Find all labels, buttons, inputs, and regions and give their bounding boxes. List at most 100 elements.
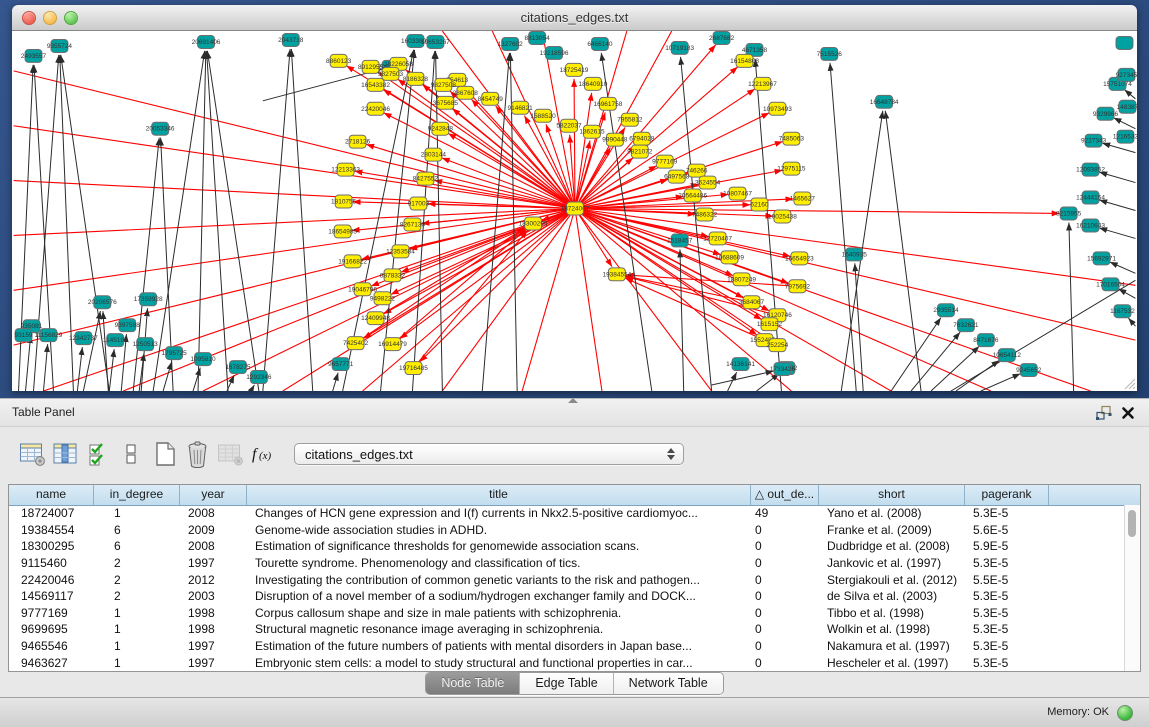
graph-node[interactable]: 16210643	[1076, 219, 1105, 232]
graph-node[interactable]: 93159	[15, 329, 33, 342]
graph-node[interactable]: 20206576	[88, 296, 117, 309]
delete-table-icon[interactable]	[215, 438, 246, 470]
graph-node[interactable]: 2043718	[278, 33, 304, 46]
graph-node[interactable]: 2718126	[345, 135, 371, 148]
graph-node[interactable]: 7632621	[953, 319, 979, 332]
select-all-icon[interactable]	[83, 438, 114, 470]
column-header-name[interactable]: name	[9, 485, 94, 505]
graph-node[interactable]: 15654923	[785, 252, 814, 265]
graph-node[interactable]: 10654112	[993, 349, 1022, 362]
graph-node[interactable]: 1292346	[246, 371, 272, 384]
graph-node[interactable]: 927345	[1116, 68, 1137, 81]
graph-node[interactable]: 18640910	[579, 77, 608, 90]
graph-node[interactable]: 18725419	[560, 63, 589, 76]
function-builder-icon[interactable]: f(x)	[248, 438, 279, 470]
table-mode-icon[interactable]	[17, 438, 48, 470]
graph-node[interactable]: 9242848	[428, 122, 454, 135]
column-header-title[interactable]: title	[247, 485, 751, 505]
resize-grip-icon[interactable]	[1123, 377, 1135, 389]
graph-node[interactable]: 8454749	[478, 92, 504, 105]
graph-node[interactable]: 2867608	[453, 86, 479, 99]
graph-node[interactable]: 10719183	[665, 41, 694, 54]
graph-node[interactable]: 1216533	[1113, 130, 1137, 143]
tab-network-table[interactable]: Network Table	[614, 673, 723, 694]
network-view[interactable]: 2493557935572420691406204371816033809106…	[12, 31, 1137, 391]
graph-node[interactable]: 8860123	[326, 54, 352, 67]
graph-node[interactable]: 7515526	[817, 47, 843, 60]
column-header-in_degree[interactable]: in_degree	[94, 485, 180, 505]
table-row[interactable]: 946362711997Embryonic stem cells: a mode…	[9, 654, 1125, 671]
graph-node[interactable]: 20053346	[146, 122, 175, 135]
graph-node[interactable]: 9245652	[1016, 364, 1042, 377]
graph-node[interactable]: 12975115	[777, 162, 806, 175]
float-panel-icon[interactable]	[1095, 405, 1113, 421]
graph-node[interactable]: 10688609	[715, 251, 744, 264]
graph-node[interactable]: 8813054	[525, 31, 551, 44]
graph-node[interactable]: 19166822	[338, 255, 367, 268]
graph-node[interactable]: 9821072	[627, 145, 653, 158]
table-row[interactable]: 1456911722003Disruption of a novel membe…	[9, 588, 1125, 605]
network-canvas-svg[interactable]: 2493557935572420691406204371816033809106…	[12, 31, 1137, 391]
network-window-titlebar[interactable]: citations_edges.txt	[12, 5, 1137, 31]
graph-node[interactable]: 12444154	[1076, 191, 1105, 204]
graph-node[interactable]: 16914479	[378, 338, 407, 351]
graph-node[interactable]: 19716485	[399, 362, 428, 375]
graph-node[interactable]: 1465627	[790, 192, 816, 205]
show-columns-icon[interactable]	[50, 438, 81, 470]
graph-node[interactable]: 9990448	[602, 133, 628, 146]
graph-node[interactable]: 6466140	[587, 37, 613, 50]
graph-node[interactable]: 2935514	[933, 304, 959, 317]
graph-node[interactable]: 7955812	[617, 113, 643, 126]
graph-node[interactable]: 9355724	[47, 39, 73, 52]
graph-node[interactable]: 12093852	[1076, 163, 1105, 176]
minimize-button[interactable]	[43, 11, 57, 25]
graph-node[interactable]: 2493557	[21, 49, 47, 62]
graph-node[interactable]: 9227343	[1081, 134, 1107, 147]
graph-node[interactable]: 1145194	[103, 334, 128, 347]
split-pane-handle[interactable]	[568, 398, 578, 403]
graph-node[interactable]: 8878332	[380, 269, 406, 282]
graph-node[interactable]: 7485063	[779, 132, 805, 145]
delete-columns-icon[interactable]	[182, 438, 213, 470]
vertical-scrollbar[interactable]	[1124, 505, 1140, 671]
graph-node[interactable]: 148387	[1117, 100, 1137, 113]
graph-node[interactable]: 7425402	[343, 337, 369, 350]
graph-node[interactable]: 8267130	[400, 218, 426, 231]
graph-node[interactable]: 8471676	[973, 334, 999, 347]
tab-node-table[interactable]: Node Table	[426, 673, 520, 694]
graph-node[interactable]: 22420046	[361, 102, 390, 115]
graph-node[interactable]: 8186328	[403, 72, 429, 85]
graph-node[interactable]: 1640935	[842, 248, 868, 261]
graph-node[interactable]: 1678275	[225, 361, 251, 374]
graph-node[interactable]: 9397588	[115, 319, 141, 332]
graph-node[interactable]: 1327602	[498, 37, 524, 50]
zoom-button[interactable]	[64, 11, 78, 25]
table-row[interactable]: 977716911998Corpus callosum shape and si…	[9, 605, 1125, 622]
graph-node[interactable]: 2687682	[709, 31, 735, 44]
column-header-year[interactable]: year	[180, 485, 247, 505]
graph-node[interactable]: 9657771	[328, 358, 354, 371]
column-header-short[interactable]: short	[819, 485, 965, 505]
graph-node[interactable]: 19218596	[540, 46, 569, 59]
graph-node[interactable]: 20564486	[678, 189, 707, 202]
close-button[interactable]	[22, 11, 36, 25]
graph-node[interactable]: 9777169	[652, 155, 678, 168]
table-row[interactable]: 2242004622012Investigating the contribut…	[9, 571, 1125, 588]
table-row[interactable]: 911546021997Tourette syndrome. Phenomeno…	[9, 555, 1125, 572]
graph-node[interactable]: 2803144	[421, 148, 447, 161]
column-header-pagerank[interactable]: pagerank	[965, 485, 1049, 505]
graph-node[interactable]: 10025438	[768, 210, 797, 223]
graph-node[interactable]: 17359928	[134, 293, 163, 306]
graph-node[interactable]: 16961758	[594, 97, 623, 110]
graph-node[interactable]: 12213967	[748, 77, 777, 90]
graph-node[interactable]: 5822037	[556, 119, 582, 132]
graph-node[interactable]: 62160	[750, 198, 768, 211]
graph-node[interactable]: 9146821	[508, 101, 534, 114]
graph-node[interactable]: 1588520	[530, 109, 556, 122]
graph-node[interactable]: 252254	[767, 339, 789, 352]
graph-node[interactable]: 8215955	[1056, 207, 1082, 220]
graph-node[interactable]: 1250513	[133, 338, 159, 351]
table-row[interactable]: 946554611997Estimation of the future num…	[9, 638, 1125, 655]
graph-node[interactable]: 16648784	[870, 95, 899, 108]
graph-node[interactable]: 18654985	[328, 225, 357, 238]
